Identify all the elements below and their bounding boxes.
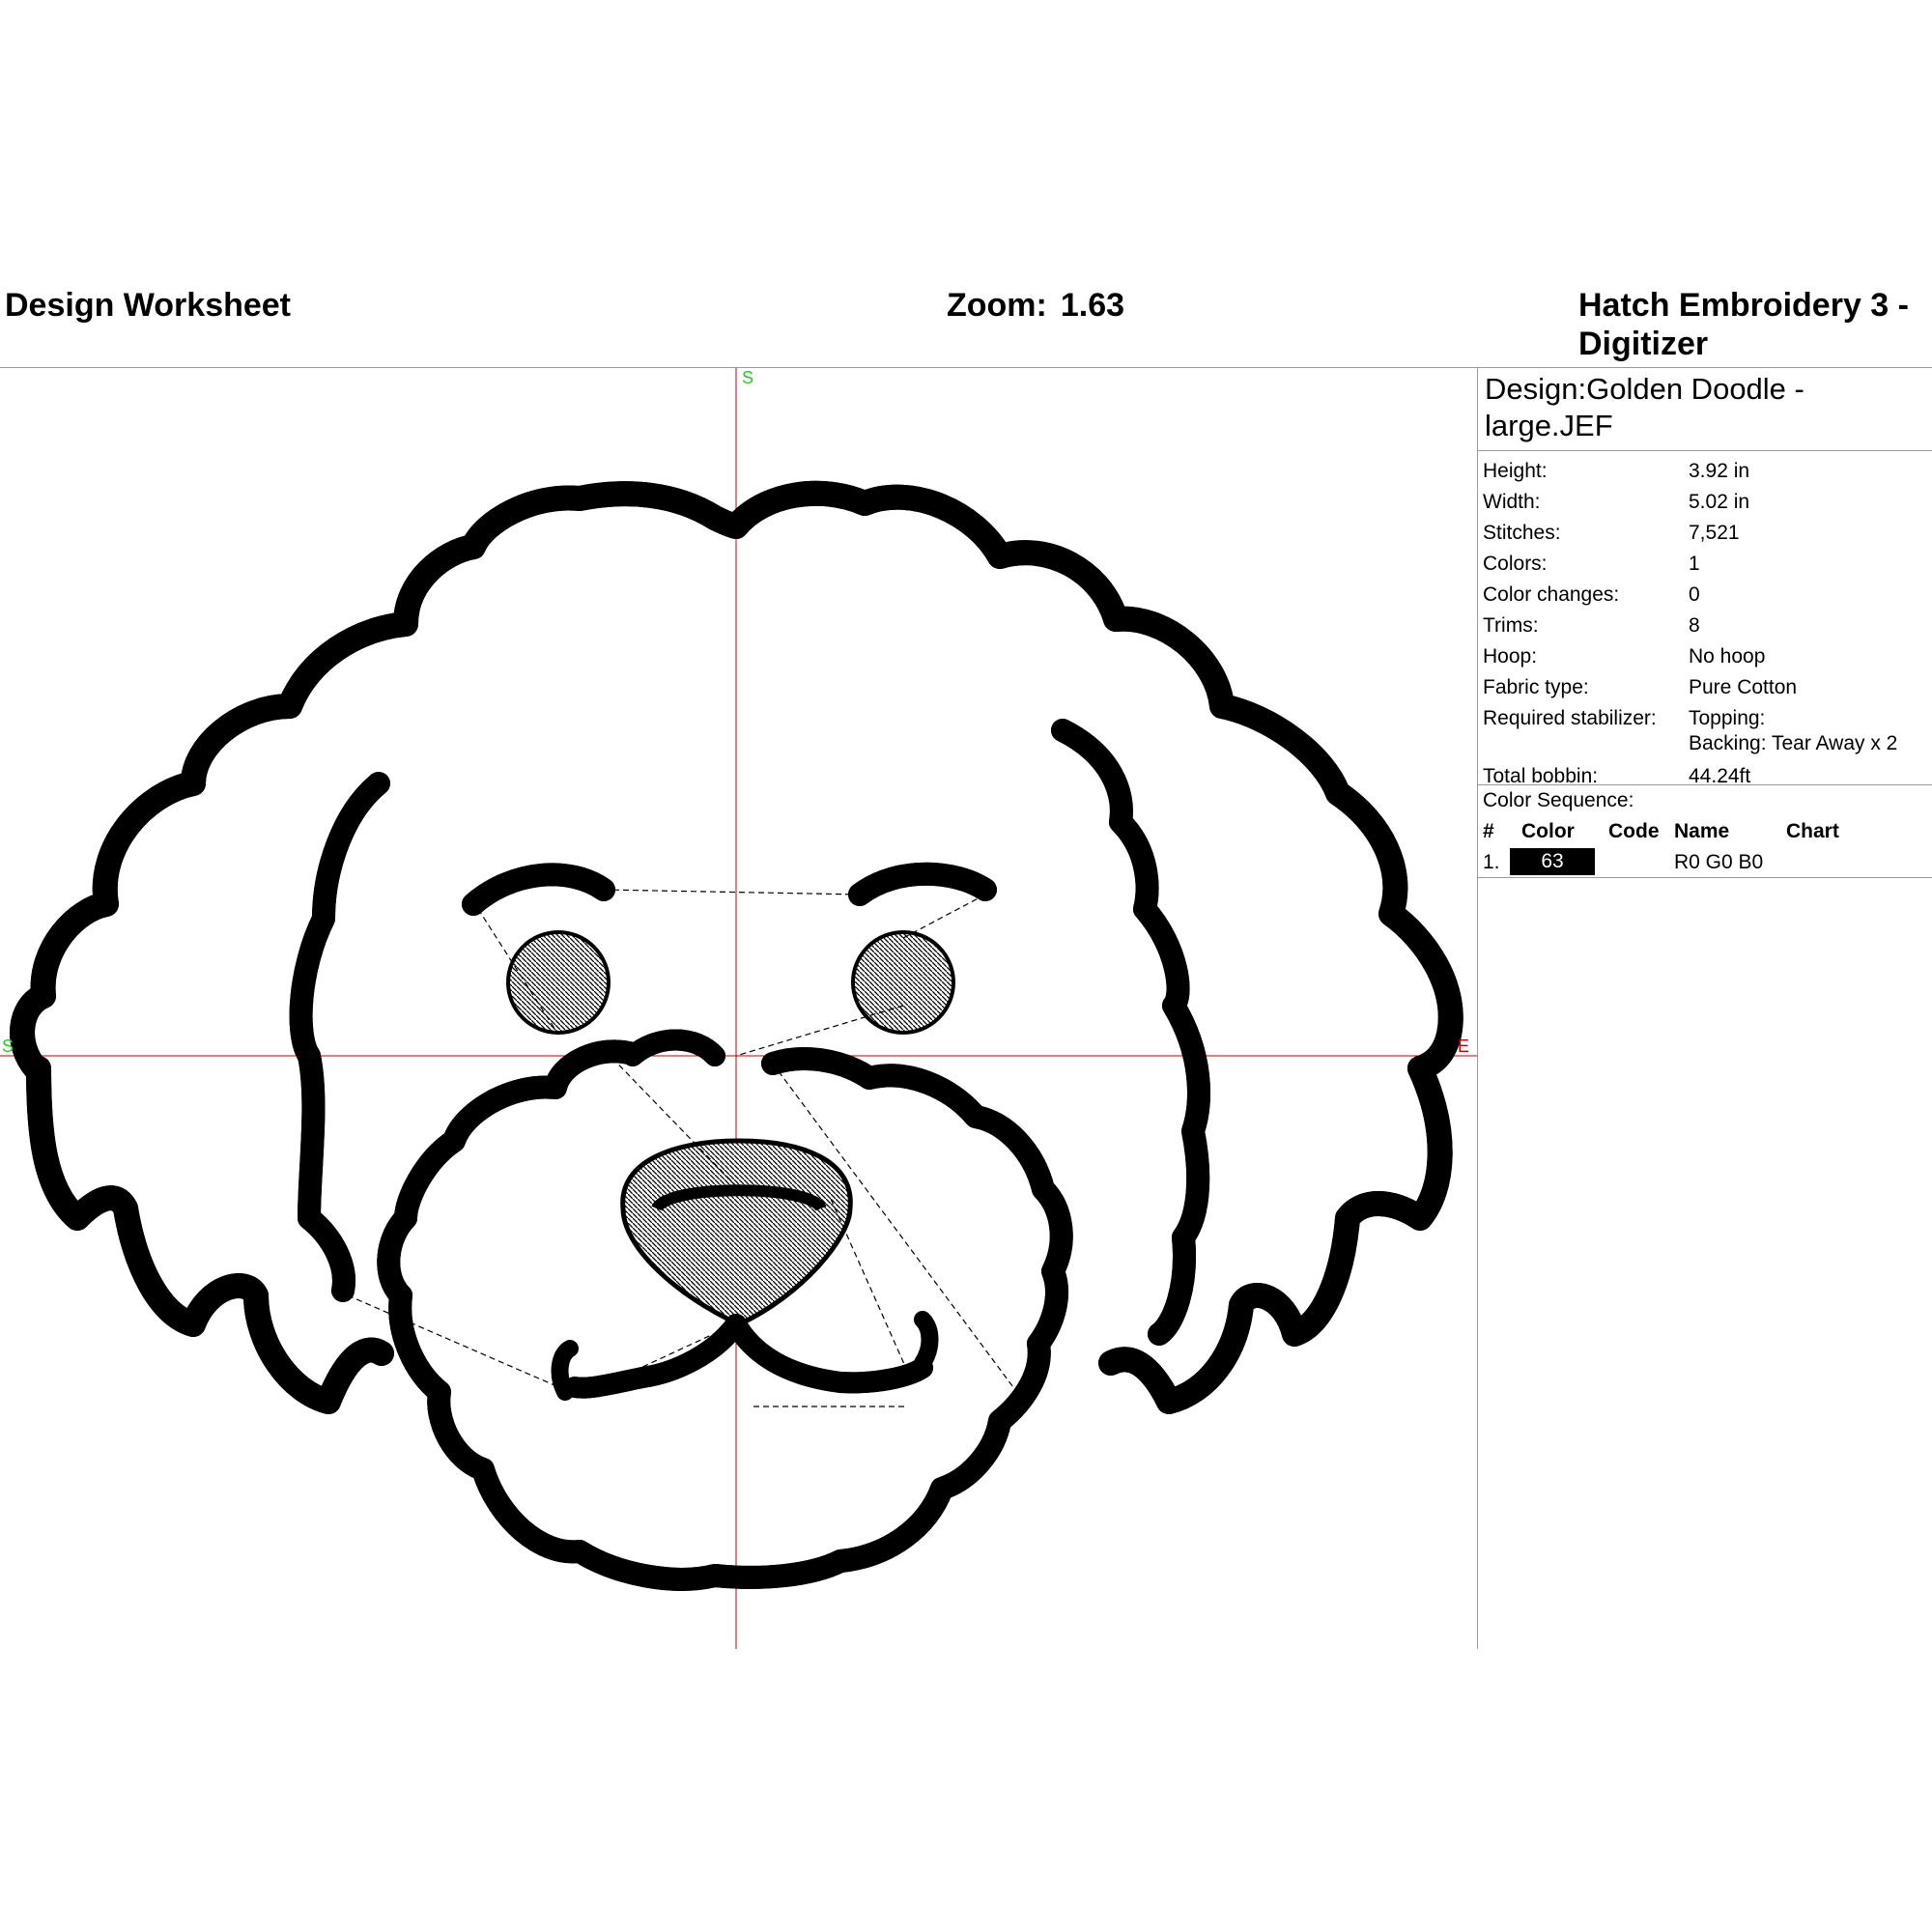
stat-color-changes: Color changes: 0 xyxy=(1483,580,1932,611)
stat-trims: Trims: 8 xyxy=(1483,611,1932,641)
stat-width: Width: 5.02 in xyxy=(1483,487,1932,518)
design-info-panel: Design:Golden Doodle - large.JEF Height:… xyxy=(1477,367,1932,1649)
stat-value: 5.02 in xyxy=(1689,491,1750,513)
left-ear xyxy=(26,772,394,1414)
zoom-value: 1.63 xyxy=(1060,287,1125,324)
eyebrows xyxy=(462,874,997,916)
stat-label: Height: xyxy=(1483,460,1548,482)
start-marker-top: S xyxy=(742,368,753,387)
stat-value: 1 xyxy=(1689,553,1700,575)
stat-stitches: Stitches: 7,521 xyxy=(1483,518,1932,549)
stabilizer-topping: Topping: xyxy=(1689,707,1766,729)
stat-value: 3.92 in xyxy=(1689,460,1750,482)
nose xyxy=(620,1138,853,1327)
stat-height: Height: 3.92 in xyxy=(1483,456,1932,487)
color-swatch: 63 xyxy=(1510,848,1595,875)
stat-label: Trims: xyxy=(1483,614,1539,637)
stat-label: Hoop: xyxy=(1483,645,1538,668)
zoom-readout: Zoom: 1.63 xyxy=(947,286,1124,325)
col-color: Color xyxy=(1521,820,1575,842)
stat-value: Topping: Backing: Tear Away x 2 xyxy=(1689,706,1897,756)
col-chart: Chart xyxy=(1786,820,1839,842)
stat-label: Fabric type: xyxy=(1483,676,1589,698)
stitch-preview: S S E xyxy=(0,368,1478,1649)
eyes xyxy=(506,930,955,1035)
stat-value: Pure Cotton xyxy=(1689,676,1798,698)
stat-stabilizer: Required stabilizer: Topping: Backing: Tea… xyxy=(1483,703,1932,761)
stat-label: Color changes: xyxy=(1483,583,1620,606)
stat-value: No hoop xyxy=(1689,645,1766,668)
color-sequence-title: Color Sequence: xyxy=(1483,789,1634,811)
stat-hoop: Hoop: No hoop xyxy=(1483,641,1932,672)
col-name: Name xyxy=(1674,820,1730,842)
end-marker: E xyxy=(1458,1037,1469,1056)
app-name: Hatch Embroidery 3 - Digitizer xyxy=(1578,287,1909,362)
stat-colors: Colors: 1 xyxy=(1483,549,1932,580)
stat-label: Colors: xyxy=(1483,553,1548,575)
zoom-label: Zoom: xyxy=(947,287,1047,324)
stat-label: Required stabilizer: xyxy=(1483,707,1657,729)
left-eye xyxy=(506,930,611,1035)
col-num: # xyxy=(1483,820,1494,842)
stat-value: 0 xyxy=(1689,583,1700,606)
color-sequence-header: # Color Code Name Chart xyxy=(1483,816,1932,847)
color-sequence: Color Sequence: # Color Code Name Chart … xyxy=(1478,785,1932,878)
stat-fabric-type: Fabric type: Pure Cotton xyxy=(1483,672,1932,703)
design-canvas: S S E xyxy=(0,368,1478,1649)
color-row-name: R0 G0 B0 xyxy=(1674,851,1764,873)
start-marker-left: S xyxy=(2,1037,14,1056)
mouth xyxy=(551,1311,939,1401)
stat-value: 7,521 xyxy=(1689,522,1740,544)
stat-label: Stitches: xyxy=(1483,522,1561,544)
col-code: Code xyxy=(1608,820,1660,842)
stat-label: Width: xyxy=(1483,491,1541,513)
worksheet-title: Design Worksheet xyxy=(5,287,292,324)
right-eye xyxy=(851,930,955,1035)
stat-value: 8 xyxy=(1689,614,1700,637)
design-stats: Height: 3.92 in Width: 5.02 in Stitches: 7,… xyxy=(1478,451,1932,787)
stabilizer-backing: Backing: Tear Away x 2 xyxy=(1689,732,1898,754)
design-name: Design:Golden Doodle - large.JEF xyxy=(1478,367,1932,451)
color-row-num: 1. xyxy=(1483,851,1500,873)
color-row: 1. 63 R0 G0 B0 xyxy=(1483,847,1932,876)
